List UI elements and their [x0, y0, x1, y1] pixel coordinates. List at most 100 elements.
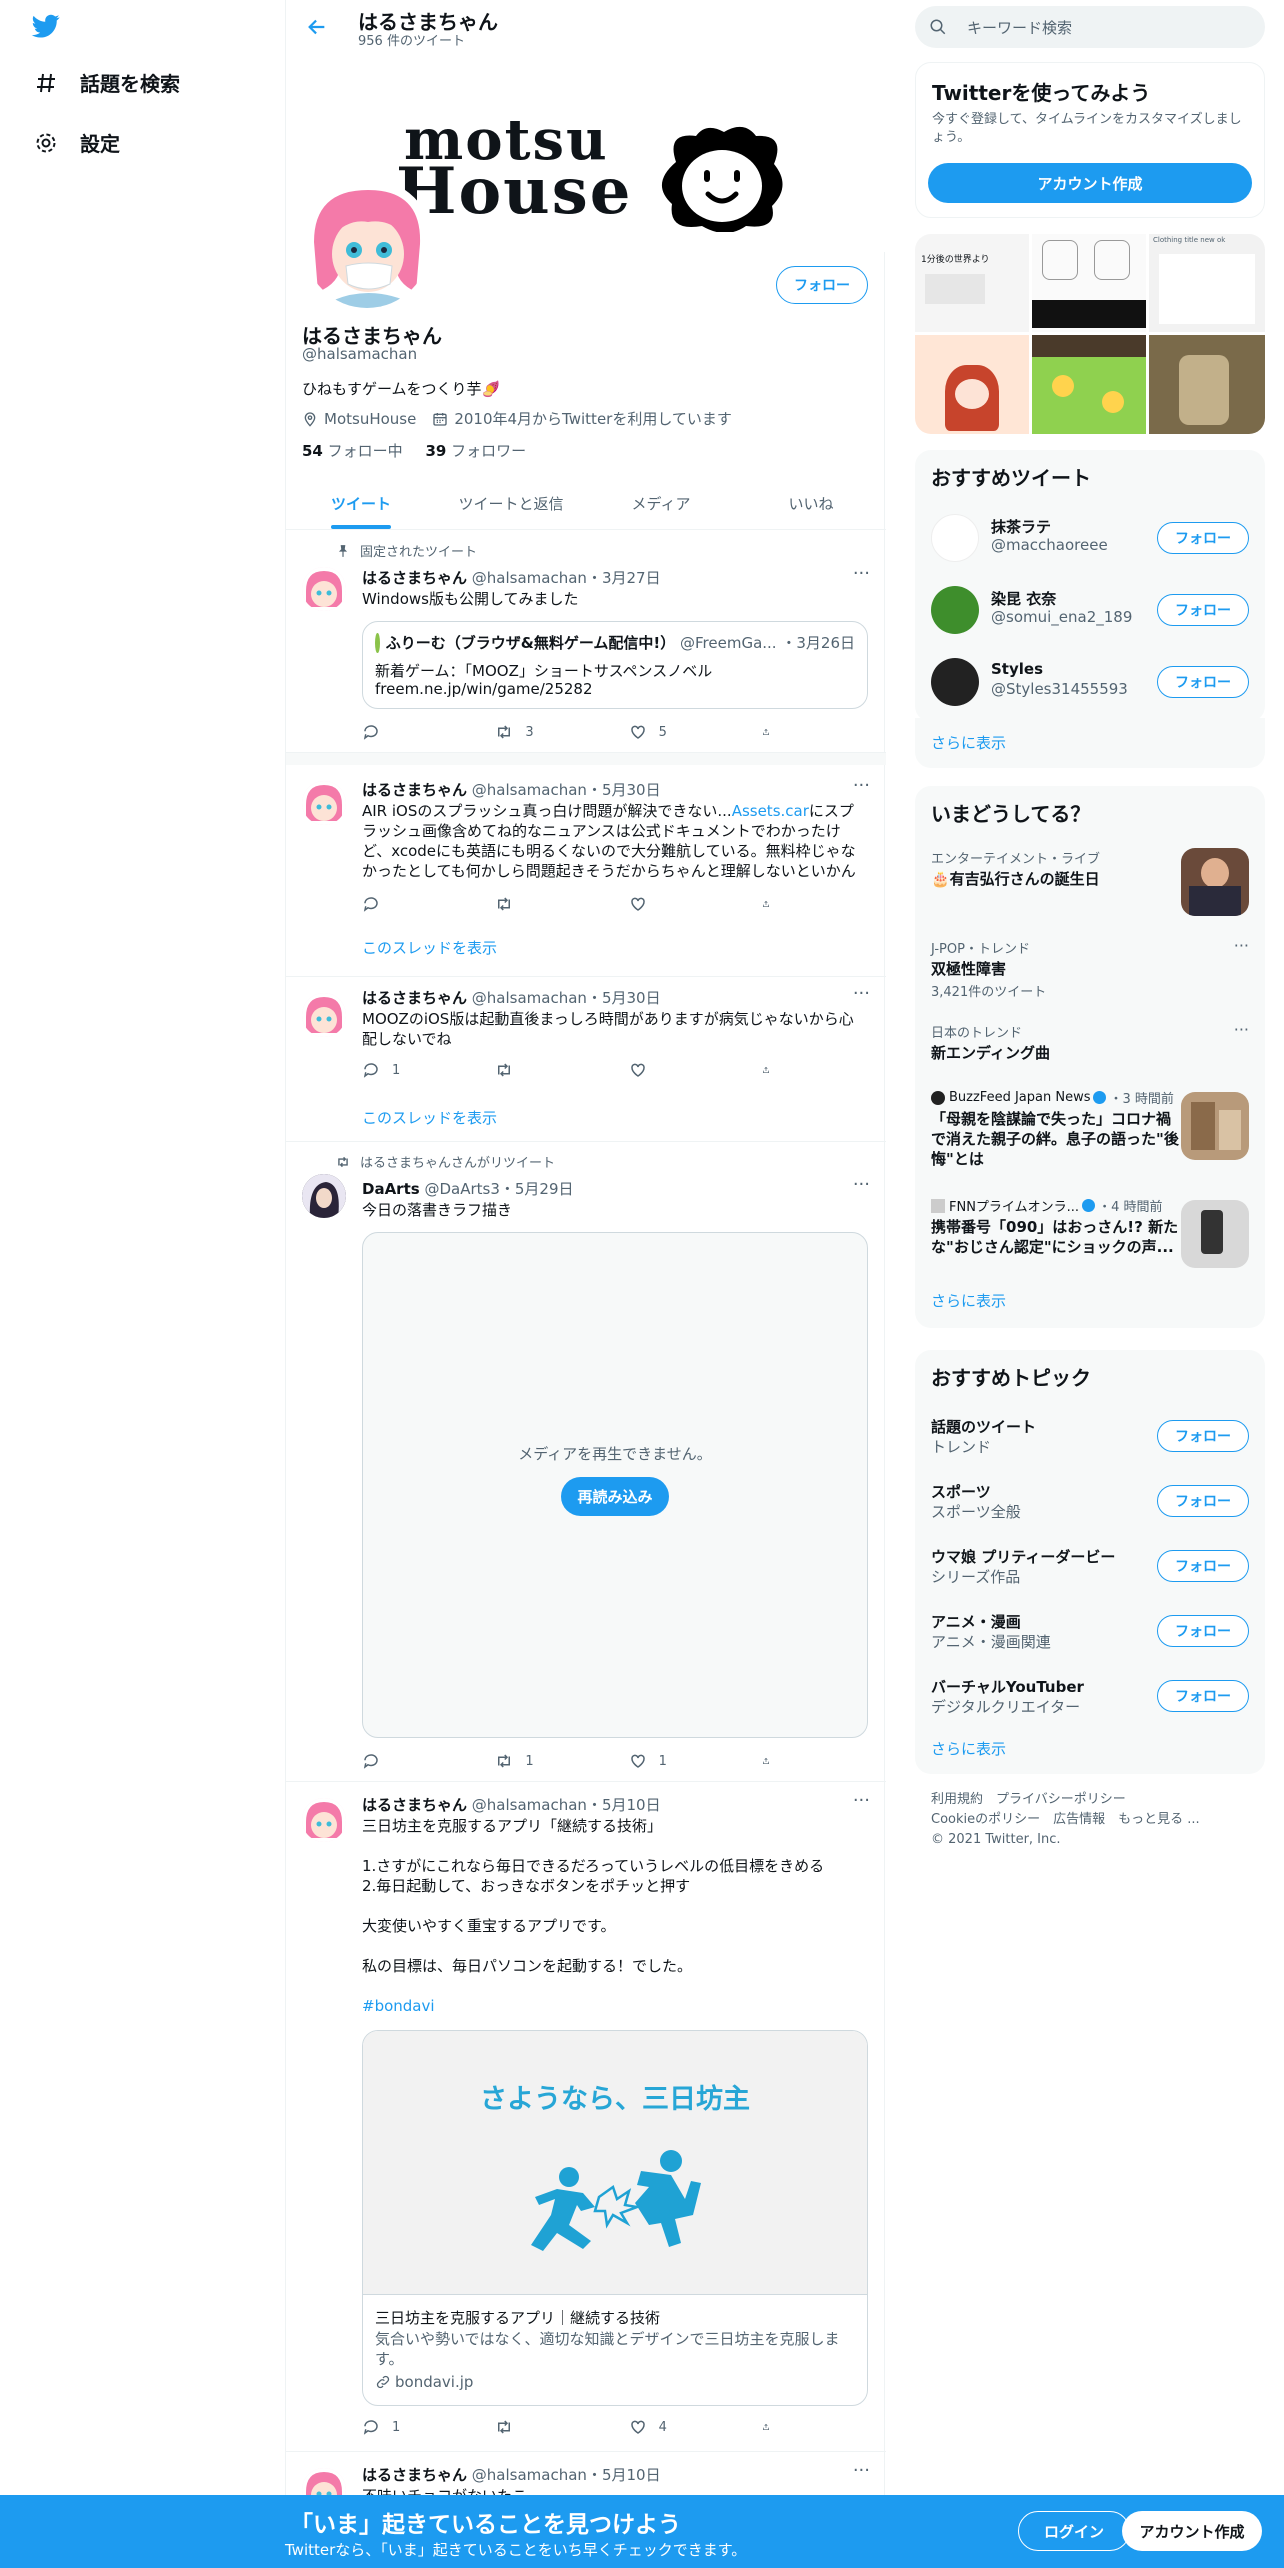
- tweet-date[interactable]: ・5月30日: [587, 989, 661, 1007]
- tweet-author-name[interactable]: はるさまちゃん: [362, 989, 467, 1007]
- topic-item[interactable]: バーチャルYouTuber デジタルクリエイター フォロー: [915, 1668, 1265, 1732]
- hashtag-link[interactable]: #bondavi: [362, 1996, 868, 2016]
- media-thumbnail[interactable]: [1032, 335, 1146, 434]
- more-icon[interactable]: ···: [853, 563, 870, 584]
- quoted-tweet[interactable]: ふりーむ（ブラウザ&無料ゲーム配信中!） @FreemGa... ・3月26日 …: [362, 621, 868, 709]
- following-link[interactable]: 54 フォロー中: [302, 442, 403, 460]
- profile-avatar[interactable]: [300, 178, 434, 312]
- follow-topic-button[interactable]: フォロー: [1157, 1680, 1249, 1712]
- like-button[interactable]: 5: [629, 723, 729, 741]
- follow-topic-button[interactable]: フォロー: [1157, 1485, 1249, 1517]
- retweet-button[interactable]: [495, 1061, 595, 1079]
- signup-button[interactable]: アカウント作成: [1122, 2511, 1262, 2551]
- media-player[interactable]: メディアを再生できません。 再読み込み: [362, 1232, 868, 1738]
- follow-button[interactable]: フォロー: [1157, 666, 1249, 698]
- share-button[interactable]: [762, 723, 782, 741]
- topic-item[interactable]: 話題のツイート トレンド フォロー: [915, 1408, 1265, 1472]
- footer-line[interactable]: Cookieのポリシー 広告情報 もっと見る ...: [931, 1810, 1200, 1830]
- show-thread-link[interactable]: このスレッドを表示: [362, 1107, 497, 1128]
- topic-item[interactable]: スポーツ スポーツ全般 フォロー: [915, 1473, 1265, 1537]
- tweet-retweet[interactable]: はるさまちゃんさんがリツイート DaArts @DaArts3・5月29日 ··…: [286, 1142, 886, 1782]
- like-button[interactable]: [629, 895, 729, 913]
- follow-button[interactable]: フォロー: [776, 266, 868, 304]
- tweet-pinned[interactable]: 固定されたツイート はるさまちゃん @halsamachan・3月27日 ···…: [286, 531, 886, 753]
- search-box[interactable]: キーワード検索: [915, 6, 1265, 48]
- tweet-author-name[interactable]: DaArts: [362, 1180, 420, 1198]
- more-icon[interactable]: ···: [853, 1790, 870, 1811]
- tweet-date[interactable]: ・5月29日: [500, 1180, 574, 1198]
- media-thumbnail[interactable]: Clothing title new ok: [1149, 234, 1265, 332]
- media-thumbnail[interactable]: [1149, 335, 1265, 434]
- tab-media[interactable]: メディア: [586, 478, 736, 529]
- follow-topic-button[interactable]: フォロー: [1157, 1420, 1249, 1452]
- tweet-date[interactable]: ・5月30日: [587, 781, 661, 799]
- reply-button[interactable]: 1: [362, 1061, 462, 1079]
- footer-line[interactable]: 利用規約 プライバシーポリシー: [931, 1790, 1200, 1810]
- like-button[interactable]: 4: [629, 2418, 729, 2436]
- tweet-item[interactable]: はるさまちゃん @halsamachan・5月30日 ··· MOOZのiOS版…: [286, 977, 886, 1142]
- more-icon[interactable]: ···: [853, 775, 870, 796]
- trend-item[interactable]: エンターテイメント・ライブ 🎂有吉弘行さんの誕生日: [931, 848, 1201, 889]
- follow-topic-button[interactable]: フォロー: [1157, 1615, 1249, 1647]
- share-button[interactable]: [762, 895, 782, 913]
- recommended-user[interactable]: 染昆 衣奈 @somui_ena2_189 フォロー: [915, 578, 1265, 650]
- share-button[interactable]: [762, 2418, 782, 2436]
- show-more-link[interactable]: さらに表示: [915, 1724, 1022, 1773]
- retweet-button[interactable]: [495, 895, 595, 913]
- show-more-link[interactable]: さらに表示: [915, 718, 1265, 767]
- tweet-avatar[interactable]: [302, 567, 346, 611]
- create-account-button[interactable]: アカウント作成: [928, 163, 1252, 203]
- more-icon[interactable]: ···: [853, 983, 870, 1004]
- follow-button[interactable]: フォロー: [1157, 594, 1249, 626]
- retweet-button[interactable]: 1: [495, 1752, 595, 1770]
- tweet-inline-link[interactable]: Assets.car: [732, 802, 809, 820]
- recommended-user[interactable]: 抹茶ラテ @macchaoreee フォロー: [915, 506, 1265, 578]
- recommended-user[interactable]: Styles @Styles31455593 フォロー: [915, 650, 1265, 722]
- topic-item[interactable]: アニメ・漫画 アニメ・漫画関連 フォロー: [915, 1603, 1265, 1667]
- more-icon[interactable]: ···: [853, 1174, 870, 1195]
- login-button[interactable]: ログイン: [1018, 2511, 1130, 2551]
- reply-button[interactable]: [362, 723, 462, 741]
- tweet-author-name[interactable]: はるさまちゃん: [362, 569, 467, 587]
- tab-likes[interactable]: いいね: [736, 478, 886, 529]
- news-item[interactable]: BuzzFeed Japan News ・3 時間前 「母親を陰謀論で失った」コロ…: [931, 1088, 1181, 1169]
- media-thumbnail[interactable]: [1032, 234, 1146, 332]
- like-button[interactable]: [629, 1061, 729, 1079]
- followers-link[interactable]: 39 フォロワー: [425, 442, 526, 460]
- reload-button[interactable]: 再読み込み: [561, 1477, 669, 1516]
- share-button[interactable]: [762, 1061, 782, 1079]
- reply-button[interactable]: [362, 895, 462, 913]
- media-thumbnail[interactable]: [915, 335, 1029, 434]
- reply-button[interactable]: [362, 1752, 462, 1770]
- tweet-avatar[interactable]: [302, 1798, 346, 1842]
- tweet-item[interactable]: はるさまちゃん @halsamachan・5月30日 ··· AIR iOSのス…: [286, 765, 886, 977]
- tweet-author-name[interactable]: はるさまちゃん: [362, 781, 467, 799]
- tweet-author-name[interactable]: はるさまちゃん: [362, 2466, 467, 2484]
- tweet-author-name[interactable]: はるさまちゃん: [362, 1796, 467, 1814]
- nav-settings[interactable]: 設定: [34, 128, 120, 157]
- tweet-date[interactable]: ・5月10日: [587, 1796, 661, 1814]
- twitter-bird-icon[interactable]: [30, 12, 62, 40]
- more-icon[interactable]: ···: [1234, 936, 1249, 955]
- show-more-link[interactable]: さらに表示: [915, 1276, 1022, 1325]
- follow-topic-button[interactable]: フォロー: [1157, 1550, 1249, 1582]
- tweet-avatar[interactable]: [302, 1174, 346, 1218]
- like-button[interactable]: 1: [629, 1752, 729, 1770]
- link-card[interactable]: さようなら、三日坊主 三日坊主を克服するアプリ｜継続する技術 気合いや勢いではな…: [362, 2030, 868, 2406]
- tweet-date[interactable]: ・5月10日: [587, 2466, 661, 2484]
- topic-item[interactable]: ウマ娘 プリティーダービー シリーズ作品 フォロー: [915, 1538, 1265, 1602]
- more-icon[interactable]: ···: [1234, 1020, 1249, 1039]
- tweet-avatar[interactable]: [302, 993, 346, 1037]
- trend-item[interactable]: 日本のトレンド 新エンディング曲: [931, 1022, 1201, 1063]
- news-item[interactable]: FNNプライムオンラ... ・4 時間前 携帯番号「090」はおっさん!? 新たな…: [931, 1196, 1181, 1257]
- trend-item[interactable]: J-POP・トレンド 双極性障害 3,421件のツイート: [931, 938, 1201, 1000]
- reply-button[interactable]: 1: [362, 2418, 462, 2436]
- tab-tweets[interactable]: ツイート: [286, 478, 436, 529]
- tab-tweets-replies[interactable]: ツイートと返信: [436, 478, 586, 529]
- follow-button[interactable]: フォロー: [1157, 522, 1249, 554]
- tweet-item[interactable]: はるさまちゃん @halsamachan・5月10日 ··· 三日坊主を克服する…: [286, 1782, 886, 2452]
- show-thread-link[interactable]: このスレッドを表示: [362, 937, 497, 958]
- back-arrow-icon[interactable]: [306, 16, 328, 38]
- nav-explore[interactable]: 話題を検索: [34, 68, 180, 97]
- retweet-button[interactable]: 3: [495, 723, 595, 741]
